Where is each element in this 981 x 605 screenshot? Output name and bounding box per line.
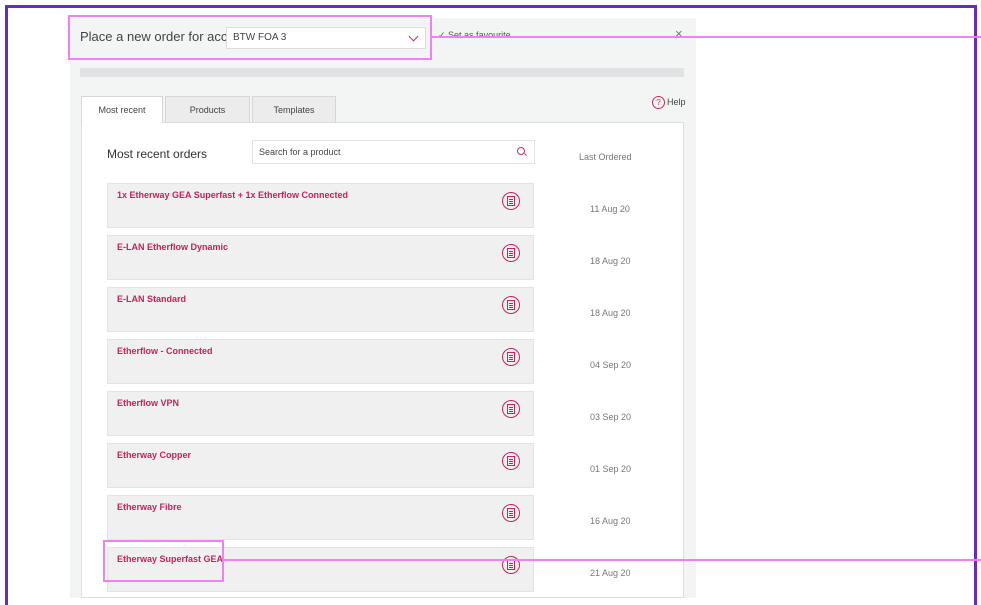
callout-line-order xyxy=(224,559,981,561)
order-name[interactable]: 1x Etherway GEA Superfast + 1x Etherflow… xyxy=(117,190,348,200)
set-favourite-label: Set as favourite xyxy=(448,30,511,40)
order-date: 21 Aug 20 xyxy=(590,568,631,578)
callout-line-account xyxy=(432,36,981,38)
order-name[interactable]: Etherflow - Connected xyxy=(117,346,213,356)
progress-bar xyxy=(80,68,684,77)
reorder-icon[interactable] xyxy=(502,244,520,262)
search-placeholder: Search for a product xyxy=(259,147,341,157)
search-icon[interactable] xyxy=(517,147,525,155)
tab-most-recent[interactable]: Most recent xyxy=(81,96,163,123)
help-link[interactable]: ? Help xyxy=(652,96,686,109)
order-name[interactable]: E-LAN Etherflow Dynamic xyxy=(117,242,228,252)
callout-box-account xyxy=(68,15,432,60)
tab-products[interactable]: Products xyxy=(165,96,250,122)
close-icon[interactable]: × xyxy=(675,26,683,41)
order-row[interactable]: Etherway Fibre xyxy=(107,495,534,540)
order-date: 01 Sep 20 xyxy=(590,464,632,474)
order-row[interactable]: Etherflow - Connected xyxy=(107,339,534,384)
order-row[interactable]: Etherflow VPN xyxy=(107,391,534,436)
reorder-icon[interactable] xyxy=(502,504,520,522)
search-input[interactable]: Search for a product xyxy=(252,140,535,164)
order-row[interactable]: E-LAN Etherflow Dynamic xyxy=(107,235,534,280)
order-date: 18 Aug 20 xyxy=(590,256,631,266)
help-icon: ? xyxy=(652,96,665,109)
reorder-icon[interactable] xyxy=(502,452,520,470)
order-name[interactable]: Etherway Copper xyxy=(117,450,191,460)
order-date: 03 Sep 20 xyxy=(590,412,632,422)
order-date: 11 Aug 20 xyxy=(590,204,630,214)
help-label: Help xyxy=(667,96,686,107)
order-date: 16 Aug 20 xyxy=(590,516,631,526)
order-date: 04 Sep 20 xyxy=(590,360,632,370)
reorder-icon[interactable] xyxy=(502,192,520,210)
order-date: 18 Aug 20 xyxy=(590,308,631,318)
tab-templates[interactable]: Templates xyxy=(252,96,336,122)
section-title: Most recent orders xyxy=(107,147,208,161)
order-name[interactable]: E-LAN Standard xyxy=(117,294,186,304)
reorder-icon[interactable] xyxy=(502,348,520,366)
order-name[interactable]: Etherway Fibre xyxy=(117,502,182,512)
last-ordered-header: Last Ordered xyxy=(579,152,632,162)
callout-box-order xyxy=(103,540,224,582)
order-row[interactable]: Etherway Copper xyxy=(107,443,534,488)
order-name[interactable]: Etherflow VPN xyxy=(117,398,179,408)
reorder-icon[interactable] xyxy=(502,296,520,314)
order-row[interactable]: E-LAN Standard xyxy=(107,287,534,332)
reorder-icon[interactable] xyxy=(502,400,520,418)
order-row[interactable]: 1x Etherway GEA Superfast + 1x Etherflow… xyxy=(107,183,534,228)
